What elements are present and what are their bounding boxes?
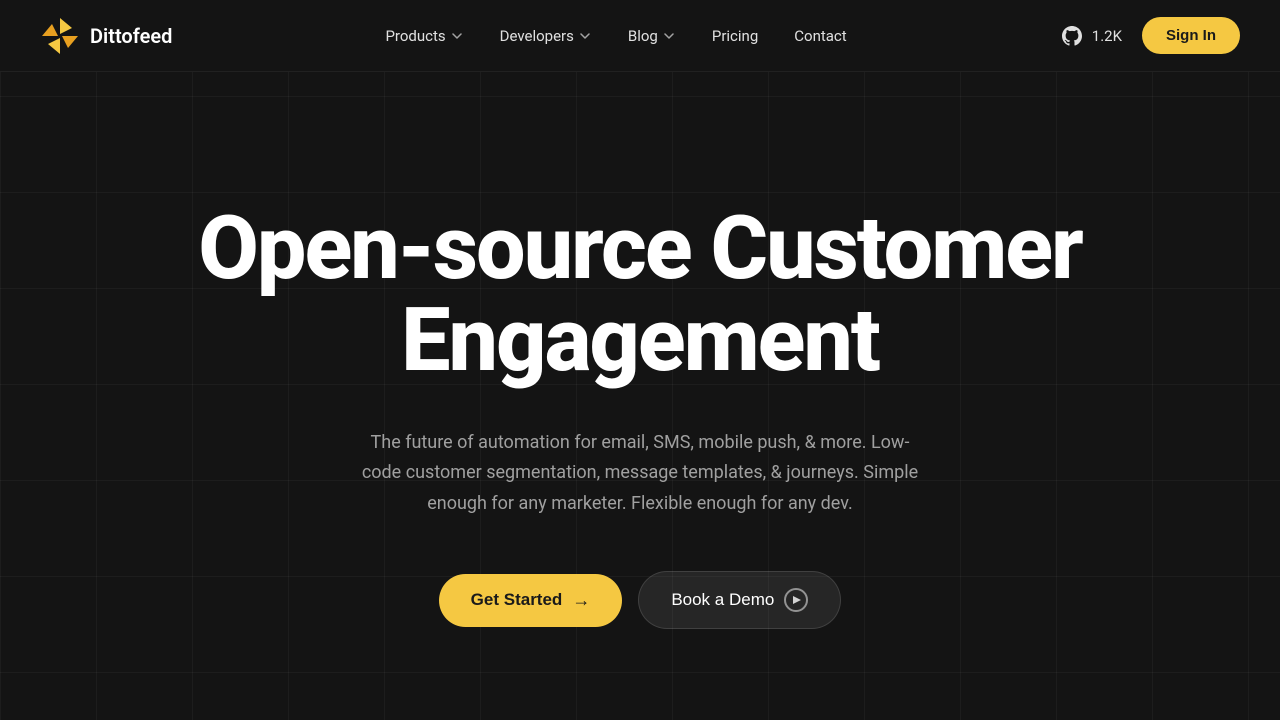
github-button[interactable]: 1.2K xyxy=(1060,24,1122,48)
brand-name: Dittofeed xyxy=(90,24,172,48)
github-count: 1.2K xyxy=(1092,27,1122,45)
nav-right: 1.2K Sign In xyxy=(1060,17,1240,54)
nav-item-blog[interactable]: Blog xyxy=(614,19,690,53)
nav-item-developers[interactable]: Developers xyxy=(486,19,606,53)
hero-title: Open-source Customer Engagement xyxy=(190,203,1090,388)
play-icon xyxy=(784,588,808,612)
hero-actions: Get Started → Book a Demo xyxy=(439,571,842,629)
nav-item-products[interactable]: Products xyxy=(371,19,477,53)
chevron-down-icon xyxy=(450,29,464,43)
navbar: Dittofeed Products Developers Blog Prici… xyxy=(0,0,1280,72)
chevron-down-icon xyxy=(578,29,592,43)
github-icon xyxy=(1060,24,1084,48)
arrow-right-icon: → xyxy=(572,590,590,611)
hero-section: Open-source Customer Engagement The futu… xyxy=(0,72,1280,720)
hero-subtitle: The future of automation for email, SMS,… xyxy=(360,428,920,520)
brand-logo[interactable]: Dittofeed xyxy=(40,16,172,56)
signin-button[interactable]: Sign In xyxy=(1142,17,1240,54)
chevron-down-icon xyxy=(662,29,676,43)
logo-icon xyxy=(40,16,80,56)
nav-center: Products Developers Blog Pricing Contact xyxy=(371,19,860,53)
book-demo-button[interactable]: Book a Demo xyxy=(638,571,841,629)
get-started-button[interactable]: Get Started → xyxy=(439,574,623,627)
nav-item-pricing[interactable]: Pricing xyxy=(698,19,772,53)
nav-item-contact[interactable]: Contact xyxy=(780,19,860,53)
